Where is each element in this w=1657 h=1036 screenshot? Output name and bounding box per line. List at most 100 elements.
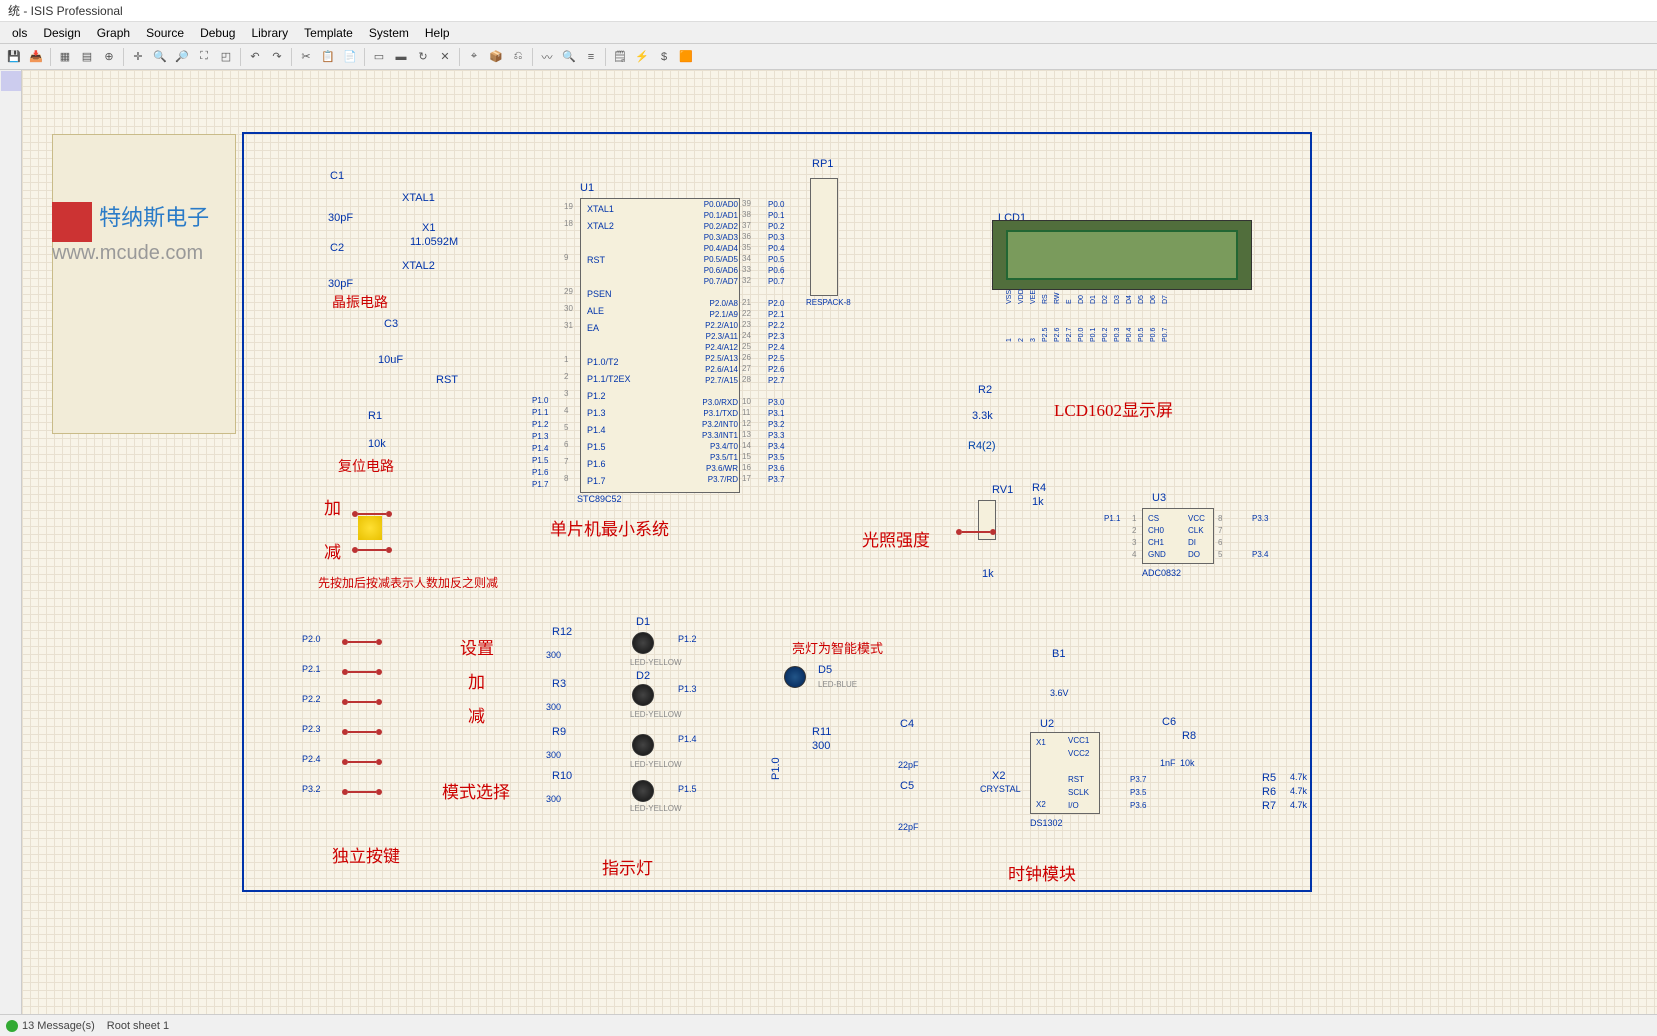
menu-help[interactable]: Help	[417, 24, 458, 42]
zoom-out-icon[interactable]: 🔎	[172, 47, 192, 67]
block-copy-icon[interactable]: ▭	[369, 47, 389, 67]
redo-icon[interactable]: ↷	[267, 47, 287, 67]
light-sw[interactable]	[956, 526, 996, 538]
package-icon[interactable]: 📦	[486, 47, 506, 67]
status-message-text: 13 Message(s)	[22, 1020, 95, 1032]
menu-template[interactable]: Template	[296, 24, 361, 42]
u3-pinnum-r-3: 5	[1218, 550, 1222, 559]
menu-design[interactable]: Design	[35, 24, 88, 42]
u1-pin-l-11: P1.2	[587, 391, 606, 401]
c4-val: 22pF	[898, 760, 919, 770]
rp1-body[interactable]	[810, 178, 838, 296]
decompose-icon[interactable]: ⎌	[508, 47, 528, 67]
menu-source[interactable]: Source	[138, 24, 192, 42]
side-overview[interactable]	[1, 71, 21, 91]
zoom-in-icon[interactable]: 🔍	[150, 47, 170, 67]
button-row-5[interactable]	[342, 786, 382, 798]
pick-icon[interactable]: ⌖	[464, 47, 484, 67]
u1-net-l-6: P1.6	[532, 468, 548, 477]
menu-system[interactable]: System	[361, 24, 417, 42]
rp1-part: RESPACK-8	[806, 298, 851, 307]
erc-icon[interactable]: ⚡	[632, 47, 652, 67]
prop-icon[interactable]: ≡	[581, 47, 601, 67]
lcd-pin-0: VSS	[1006, 290, 1013, 304]
button-add[interactable]	[352, 508, 392, 520]
r2-ref: R2	[978, 384, 992, 396]
ares-icon[interactable]: 🟧	[676, 47, 696, 67]
grid2-icon[interactable]: ▤	[77, 47, 97, 67]
u3-pin-r-1: CLK	[1188, 526, 1204, 535]
rp1-ref: RP1	[812, 158, 833, 170]
u1-pinnum-l-7: 31	[564, 321, 573, 330]
button-row-2[interactable]	[342, 696, 382, 708]
schematic-canvas[interactable]: 特纳斯电子 www.mcude.com C1 30pF C2 30pF X1 1…	[22, 70, 1657, 1014]
import-icon[interactable]: 📥	[26, 47, 46, 67]
r3-val: 300	[546, 702, 561, 712]
d5-led[interactable]	[784, 666, 806, 688]
lcd-net-9: P0.3	[1114, 328, 1121, 342]
u1-pinnum-l-12: 4	[564, 406, 568, 415]
side-toolbar	[0, 70, 22, 1014]
u1-pinnum-l-14: 6	[564, 440, 568, 449]
u1-pin-r-3: P0.3/AD3	[686, 233, 738, 242]
btn-net-2: P2.2	[302, 694, 321, 704]
u1-net-r-22: P3.4	[768, 442, 784, 451]
u1-pinnum-r-16: 28	[742, 375, 751, 384]
copy-icon[interactable]: 📋	[318, 47, 338, 67]
u1-pinnum-r-11: 23	[742, 320, 751, 329]
r1-ref: R1	[368, 410, 382, 422]
origin-icon[interactable]: ⊕	[99, 47, 119, 67]
button-sub[interactable]	[352, 544, 392, 556]
u2-pin-r-4: SCLK	[1068, 788, 1089, 797]
button-row-0[interactable]	[342, 636, 382, 648]
u1-pinnum-l-0: 19	[564, 202, 573, 211]
d2-ref: D2	[636, 670, 650, 682]
zoom-fit-icon[interactable]: ⛶	[194, 47, 214, 67]
d3-led[interactable]	[632, 734, 654, 756]
u1-pinnum-l-1: 18	[564, 219, 573, 228]
netlist-icon[interactable]: 🗒	[610, 47, 630, 67]
d2-part: LED-YELLOW	[630, 710, 682, 719]
xtal1-net: XTAL1	[402, 192, 435, 204]
d1-led[interactable]	[632, 632, 654, 654]
lcd-display-label: LCD1602显示屏	[1054, 396, 1173, 421]
r8-val: 10k	[1180, 758, 1195, 768]
d2-led[interactable]	[632, 684, 654, 706]
u1-pin-r-20: P3.2/INT0	[686, 420, 738, 429]
grid-icon[interactable]: ▦	[55, 47, 75, 67]
block-delete-icon[interactable]: ✕	[435, 47, 455, 67]
u1-pinnum-r-19: 11	[742, 408, 750, 417]
u2-ref: U2	[1040, 718, 1054, 730]
block-rotate-icon[interactable]: ↻	[413, 47, 433, 67]
status-messages[interactable]: 13 Message(s)	[6, 1020, 95, 1032]
button-row-3[interactable]	[342, 726, 382, 738]
menu-debug[interactable]: Debug	[192, 24, 243, 42]
u1-net-r-24: P3.6	[768, 464, 784, 473]
paste-icon[interactable]: 📄	[340, 47, 360, 67]
search-icon[interactable]: 🔍	[559, 47, 579, 67]
c2-ref: C2	[330, 242, 344, 254]
save-icon[interactable]: 💾	[4, 47, 24, 67]
c3-val: 10uF	[378, 354, 403, 366]
up-label: 加	[468, 668, 485, 693]
center-icon[interactable]: ✛	[128, 47, 148, 67]
c1-val: 30pF	[328, 212, 353, 224]
u1-pin-r-18: P3.0/RXD	[686, 398, 738, 407]
zoom-area-icon[interactable]: ◰	[216, 47, 236, 67]
button-row-1[interactable]	[342, 666, 382, 678]
menu-library[interactable]: Library	[243, 24, 296, 42]
d4-led[interactable]	[632, 780, 654, 802]
u1-pinnum-l-5: 29	[564, 287, 573, 296]
block-move-icon[interactable]: ▬	[391, 47, 411, 67]
bom-icon[interactable]: $	[654, 47, 674, 67]
menu-ols[interactable]: ols	[4, 24, 35, 42]
b1-ref: B1	[1052, 648, 1065, 660]
wire-al-icon[interactable]: 〰	[537, 47, 557, 67]
menu-graph[interactable]: Graph	[89, 24, 138, 42]
u1-pin-r-24: P3.6/WR	[686, 464, 738, 473]
cut-icon[interactable]: ✂	[296, 47, 316, 67]
indicator-label: 指示灯	[602, 854, 653, 879]
undo-icon[interactable]: ↶	[245, 47, 265, 67]
u1-pin-l-13: P1.4	[587, 425, 606, 435]
button-row-4[interactable]	[342, 756, 382, 768]
